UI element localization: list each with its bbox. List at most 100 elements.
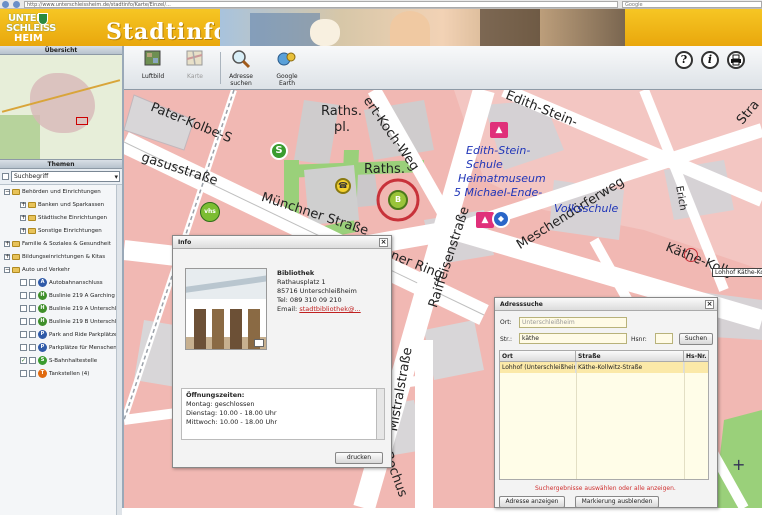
tree-item[interactable]: PParkplätze für Menschen mit Behinderung <box>0 341 122 354</box>
tree-item[interactable]: HBuslinie 219 A Unterschleißheim <box>0 302 122 315</box>
layer-checkbox-secondary[interactable] <box>29 318 36 325</box>
close-icon[interactable]: × <box>705 300 714 309</box>
overview-map[interactable] <box>0 55 122 160</box>
layer-checkbox[interactable] <box>20 318 27 325</box>
layer-checkbox[interactable] <box>20 331 27 338</box>
poi-email-label: Email: <box>277 305 298 313</box>
expand-icon[interactable]: + <box>20 201 26 208</box>
print-icon[interactable] <box>727 51 745 69</box>
s-bahn-marker[interactable]: S <box>270 142 288 160</box>
ort-input[interactable]: Unterschleißheim <box>519 317 627 328</box>
tree-item[interactable]: H Buslinie 219 A Garching <box>0 289 122 302</box>
ort-label: Ort: <box>500 319 512 326</box>
site-header: UNTER SCHLEISS HEIM Stadtinfo <box>0 9 762 46</box>
collapse-icon[interactable]: − <box>4 188 10 195</box>
back-icon[interactable] <box>2 0 9 8</box>
expand-icon[interactable]: + <box>4 253 10 260</box>
layer-checkbox[interactable] <box>20 279 27 286</box>
school-marker-top[interactable]: ▲ <box>490 122 508 138</box>
museum-marker[interactable]: ◆ <box>492 210 510 228</box>
address-search-title: Adresssuche <box>500 301 543 308</box>
layer-checkbox[interactable] <box>20 292 27 299</box>
tree-item[interactable]: + Städtische Einrichtungen <box>0 211 122 224</box>
layer-checkbox-secondary[interactable] <box>29 279 36 286</box>
info-icon[interactable]: i <box>701 51 719 69</box>
overview-header: Übersicht <box>0 46 122 55</box>
tree-item[interactable]: − Behörden und Einrichtungen <box>0 185 122 198</box>
layer-icon: P <box>38 330 47 339</box>
info-window-header[interactable]: Info × <box>173 236 391 249</box>
layer-checkbox-secondary[interactable] <box>29 292 36 299</box>
layer-checkbox[interactable] <box>20 357 27 364</box>
city-logo[interactable]: UNTER SCHLEISS HEIM <box>2 11 56 45</box>
expand-icon[interactable]: + <box>20 214 26 221</box>
street-input[interactable]: käthe <box>519 333 627 344</box>
vhs-marker[interactable]: vhs <box>200 202 220 222</box>
url-field[interactable]: http://www.unterschleissheim.de/stadtinf… <box>24 0 618 8</box>
browser-search-field[interactable]: Google <box>622 0 762 8</box>
opening-hours-tuesday: Dienstag: 10.00 - 18.00 Uhr <box>186 409 277 417</box>
enlarge-photo-icon[interactable] <box>254 339 264 347</box>
close-icon[interactable]: × <box>379 238 388 247</box>
tree-item[interactable]: HBuslinie 219 B Unterschleißheim <box>0 315 122 328</box>
address-search-button[interactable]: Adresse suchen <box>226 49 256 87</box>
luftbild-button[interactable]: Luftbild <box>138 49 168 80</box>
table-row[interactable]: Lohhof (Unterschleißheim) Käthe-Kollwitz… <box>500 362 708 373</box>
folder-icon <box>12 240 20 247</box>
tree-item[interactable]: A Autobahnanschluss <box>0 276 122 289</box>
show-address-button[interactable]: Adresse anzeigen <box>499 496 565 508</box>
layer-checkbox-secondary[interactable] <box>29 305 36 312</box>
layer-checkbox[interactable] <box>20 305 27 312</box>
search-checkbox[interactable] <box>2 173 9 180</box>
tree-item[interactable]: P Park and Ride Parkplätze <box>0 328 122 341</box>
col-strasse[interactable]: Straße <box>576 351 684 361</box>
folder-icon <box>28 214 36 221</box>
karte-button[interactable]: Karte <box>180 49 210 80</box>
col-ort[interactable]: Ort <box>500 351 576 361</box>
tree-item-label: Parkplätze für Menschen mit Behinderung <box>49 344 122 351</box>
housenumber-input[interactable] <box>655 333 673 344</box>
tree-item[interactable]: T Tankstellen (4) <box>0 367 122 380</box>
map-icon <box>186 50 203 66</box>
town-hall-marker[interactable]: ☎ <box>335 178 351 194</box>
print-button[interactable]: drucken <box>335 452 383 464</box>
tree-item[interactable]: + Sonstige Einrichtungen <box>0 224 122 237</box>
search-button[interactable]: Suchen <box>679 333 713 345</box>
opening-hours-scrollbar[interactable] <box>376 389 384 439</box>
logo-text-3: HEIM <box>14 33 43 44</box>
overview-viewport-frame[interactable] <box>76 117 88 125</box>
layer-checkbox-secondary[interactable] <box>29 331 36 338</box>
expand-icon[interactable]: + <box>4 240 10 247</box>
search-term-select[interactable]: Suchbegriff <box>11 171 120 182</box>
address-marker[interactable] <box>684 248 698 262</box>
layer-checkbox-secondary[interactable] <box>29 357 36 364</box>
tree-item-label: Autobahnanschluss <box>49 279 103 286</box>
col-hsnr[interactable]: Hs-Nr. <box>684 351 708 361</box>
result-table: Ort Straße Hs-Nr. Lohhof (Unterschleißhe… <box>499 350 709 480</box>
google-earth-icon <box>277 52 296 66</box>
tree-item[interactable]: SS-Bahnhaltestelle <box>0 354 122 367</box>
poi-street: Rathausplatz 1 <box>277 278 326 286</box>
expand-icon[interactable]: + <box>20 227 26 234</box>
opening-hours-title: Öffnungszeiten: <box>186 391 245 399</box>
collapse-icon[interactable]: − <box>4 266 10 273</box>
google-earth-button[interactable]: Google Earth <box>272 49 302 87</box>
poi-email-link[interactable]: stadtbibliothek@... <box>299 305 360 313</box>
address-search-header[interactable]: Adresssuche × <box>495 298 717 311</box>
tree-item[interactable]: + Familie & Soziales & Gesundheit <box>0 237 122 250</box>
layer-checkbox-secondary[interactable] <box>29 344 36 351</box>
layer-checkbox[interactable] <box>20 344 27 351</box>
hide-marker-button[interactable]: Markierung ausblenden <box>575 496 659 508</box>
tree-scrollbar[interactable] <box>116 185 122 515</box>
app-title: Stadtinfo <box>106 19 230 45</box>
tree-item[interactable]: + Bildungseinrichtungen & Kitas <box>0 250 122 263</box>
tree-item[interactable]: + Banken und Sparkassen <box>0 198 122 211</box>
layer-checkbox-secondary[interactable] <box>29 370 36 377</box>
tree-item[interactable]: − Auto und Verkehr <box>0 263 122 276</box>
folder-icon <box>12 266 20 273</box>
forward-icon[interactable] <box>13 0 20 8</box>
zoom-in-icon[interactable]: + <box>732 455 745 474</box>
help-icon[interactable]: ? <box>675 51 693 69</box>
layer-checkbox[interactable] <box>20 370 27 377</box>
library-marker[interactable]: B <box>388 190 408 210</box>
